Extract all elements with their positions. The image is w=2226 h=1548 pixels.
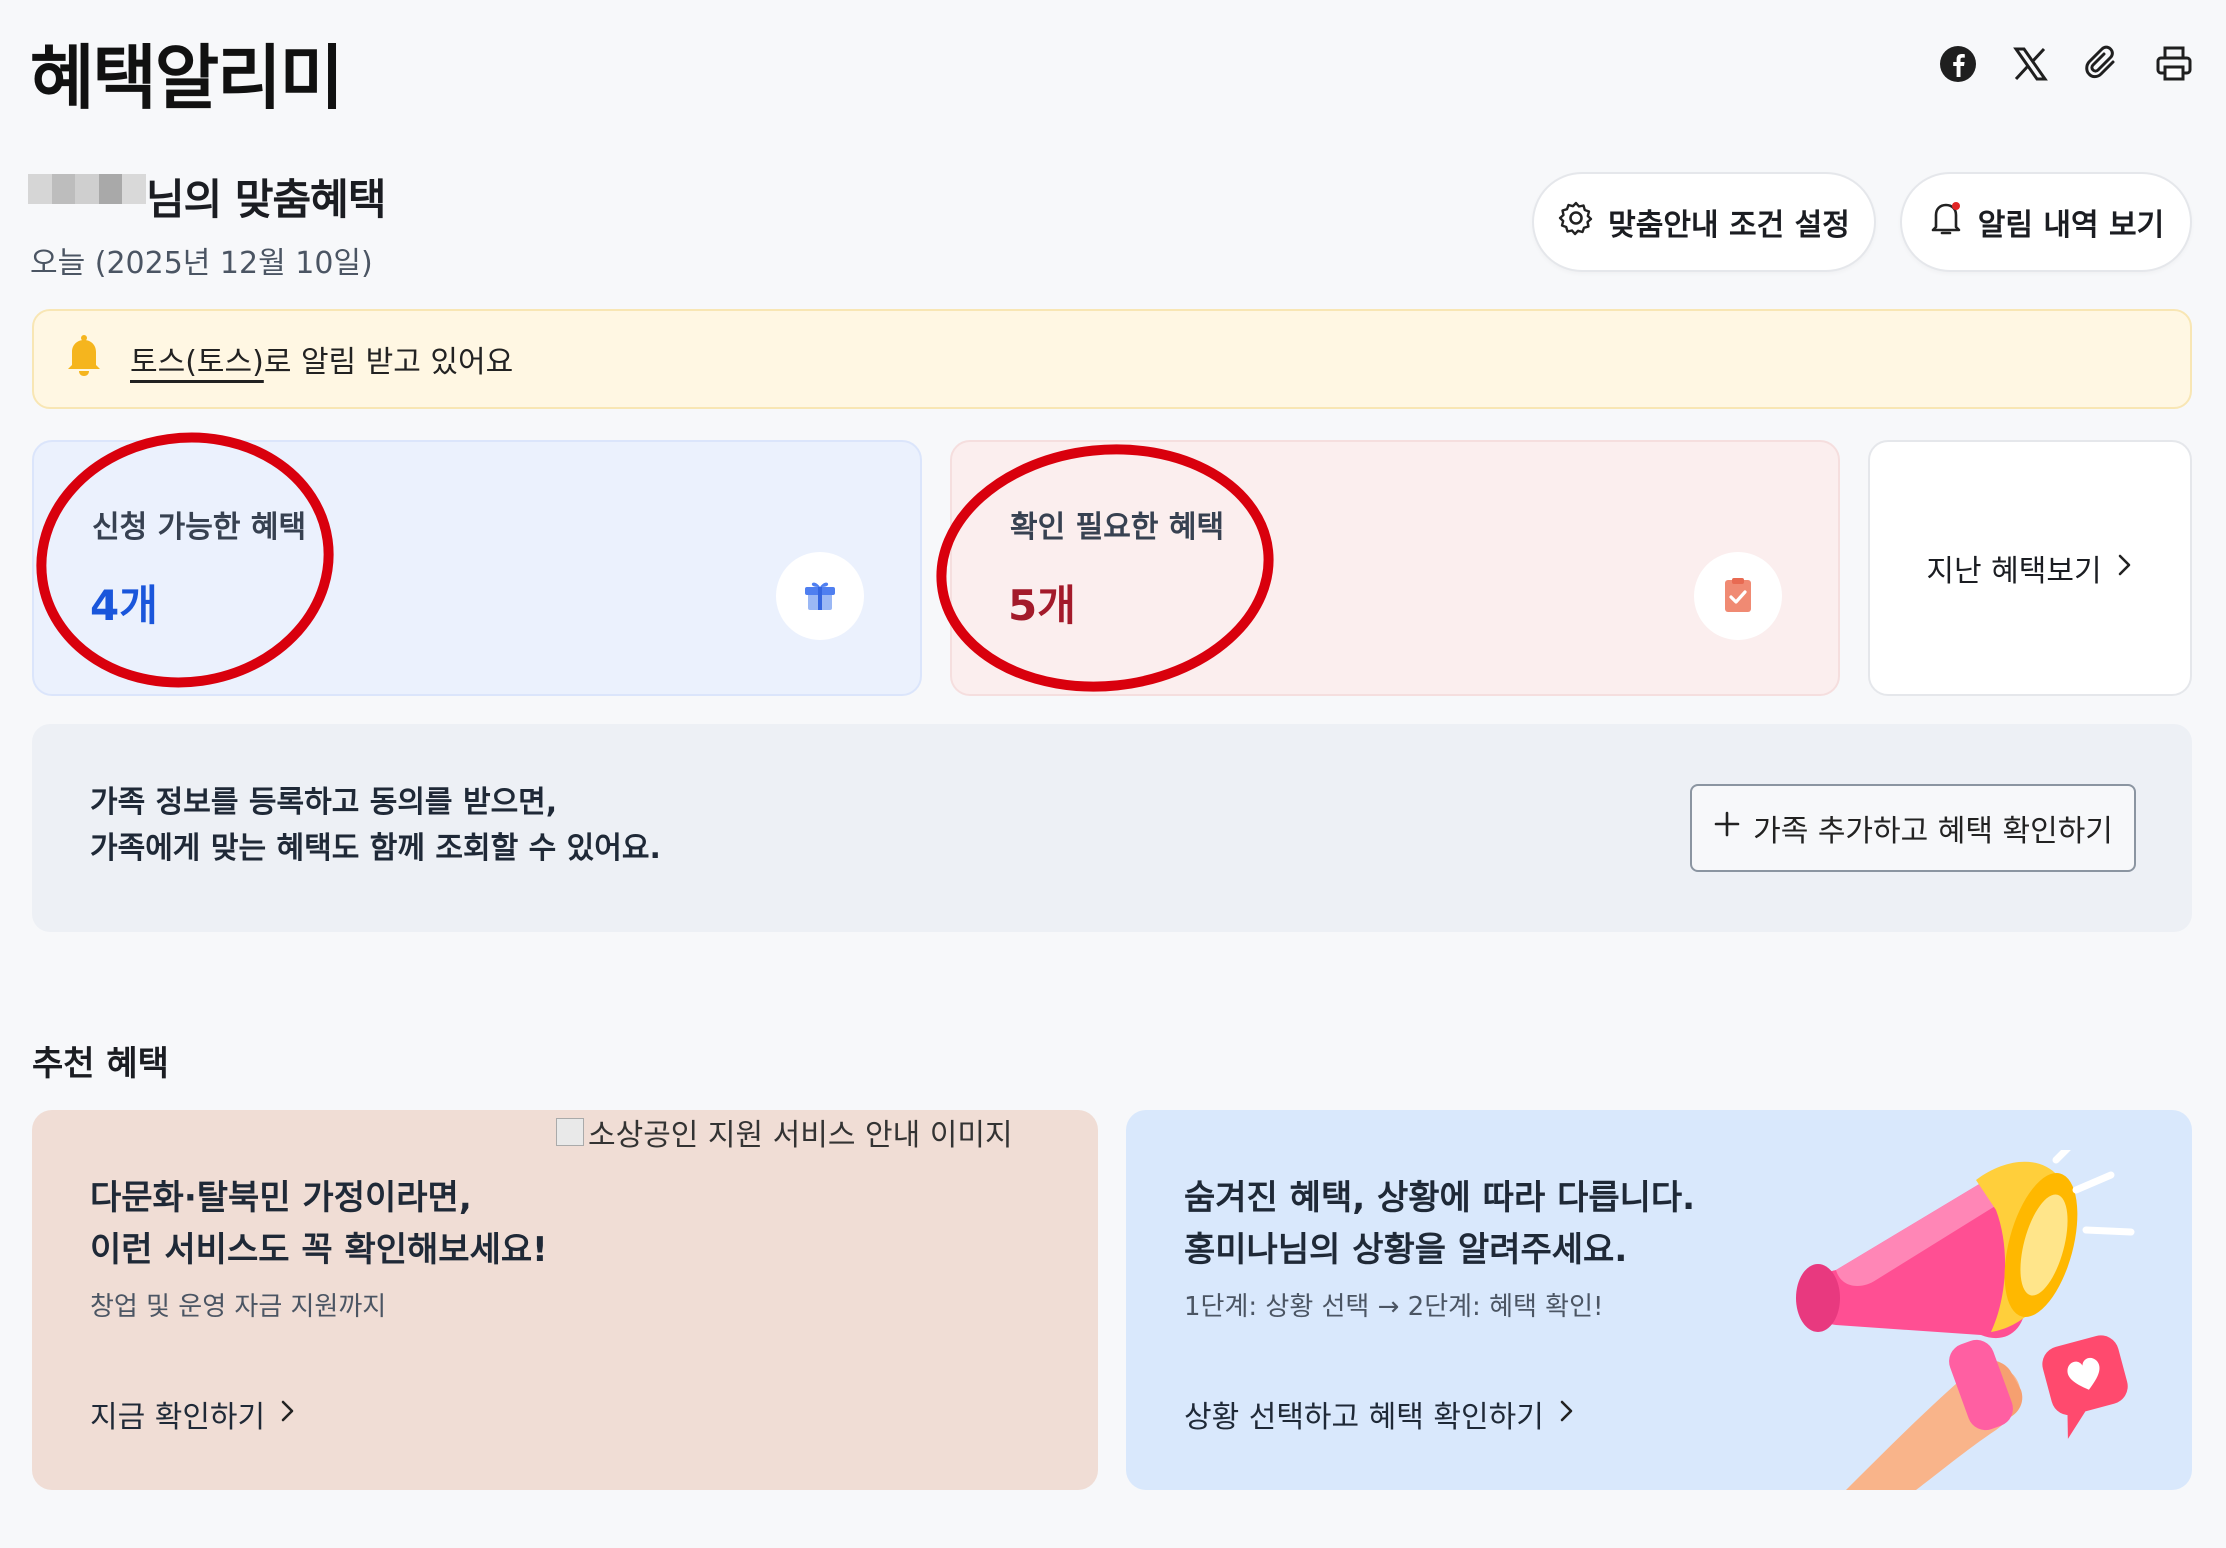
broken-image-placeholder: 소상공인 지원 서비스 안내 이미지 bbox=[556, 1110, 1013, 1154]
check-now-label: 지금 확인하기 bbox=[90, 1400, 266, 1435]
notice-text: 로 알림 받고 있어요 bbox=[263, 345, 514, 380]
alert-history-label: 알림 내역 보기 bbox=[1977, 208, 2165, 243]
chevron-right-icon bbox=[1558, 1397, 1576, 1432]
recommend-card-2-title-line-1: 숨겨진 혜택, 상황에 따라 다릅니다. bbox=[1184, 1178, 1696, 1218]
recommend-card-2-title: 숨겨진 혜택, 상황에 따라 다릅니다. 홍미나님의 상황을 알려주세요. bbox=[1184, 1172, 1695, 1276]
check-needed-benefits-card[interactable]: 확인 필요한 혜택 5개 bbox=[950, 440, 1840, 696]
recommend-card-situation[interactable]: 숨겨진 혜택, 상황에 따라 다릅니다. 홍미나님의 상황을 알려주세요. 1단… bbox=[1126, 1110, 2192, 1490]
image-alt-text: 소상공인 지원 서비스 안내 이미지 bbox=[588, 1118, 1013, 1153]
add-family-label: 가족 추가하고 혜택 확인하기 bbox=[1753, 814, 2113, 849]
select-situation-link[interactable]: 상황 선택하고 혜택 확인하기 bbox=[1184, 1392, 1576, 1436]
bell-icon bbox=[1928, 199, 1964, 245]
past-benefits-label: 지난 혜택보기 bbox=[1926, 554, 2102, 589]
recommend-card-1-title-line-2: 이런 서비스도 꼭 확인해보세요! bbox=[90, 1230, 548, 1270]
available-benefits-count: 4개 bbox=[90, 581, 158, 630]
check-needed-count: 5개 bbox=[1008, 581, 1076, 630]
user-benefits-heading: 님의 맞춤혜택 bbox=[146, 175, 386, 224]
recommend-card-2-subtitle: 1단계: 상황 선택 → 2단계: 혜택 확인! bbox=[1184, 1292, 1604, 1322]
recommend-card-1-title-line-1: 다문화·탈북민 가정이라면, bbox=[90, 1178, 472, 1218]
notification-channel-link[interactable]: 토스(토스) bbox=[130, 345, 264, 380]
available-benefits-label: 신청 가능한 혜택 bbox=[92, 510, 307, 545]
chevron-right-icon bbox=[2116, 551, 2134, 586]
check-needed-label: 확인 필요한 혜택 bbox=[1010, 510, 1225, 545]
plus-icon bbox=[1713, 810, 1741, 846]
username-blurred bbox=[28, 174, 146, 204]
family-register-banner: 가족 정보를 등록하고 동의를 받으면, 가족에게 맞는 혜택도 함께 조회할 … bbox=[32, 724, 2192, 932]
recommend-card-2-title-line-2: 홍미나님의 상황을 알려주세요. bbox=[1184, 1230, 1628, 1270]
checklist-icon bbox=[1694, 552, 1782, 640]
broken-image-icon bbox=[556, 1118, 584, 1146]
family-line-1: 가족 정보를 등록하고 동의를 받으면, bbox=[90, 785, 558, 820]
recommend-card-1-subtitle: 창업 및 운영 자금 지원까지 bbox=[90, 1292, 387, 1322]
select-situation-label: 상황 선택하고 혜택 확인하기 bbox=[1184, 1400, 1544, 1435]
share-toolbar bbox=[1936, 42, 2196, 86]
family-description: 가족 정보를 등록하고 동의를 받으면, 가족에게 맞는 혜택도 함께 조회할 … bbox=[90, 780, 661, 872]
notification-notice: 토스(토스)로 알림 받고 있어요 bbox=[32, 309, 2192, 409]
facebook-icon[interactable] bbox=[1936, 42, 1980, 86]
x-icon[interactable] bbox=[2008, 42, 2052, 86]
past-benefits-link[interactable]: 지난 혜택보기 bbox=[1868, 440, 2192, 696]
chevron-right-icon bbox=[279, 1397, 297, 1432]
custom-settings-label: 맞춤안내 조건 설정 bbox=[1608, 208, 1850, 243]
paperclip-icon[interactable] bbox=[2080, 42, 2124, 86]
alert-history-button[interactable]: 알림 내역 보기 bbox=[1900, 172, 2192, 272]
check-now-link[interactable]: 지금 확인하기 bbox=[90, 1392, 297, 1436]
gift-icon bbox=[776, 552, 864, 640]
custom-settings-button[interactable]: 맞춤안내 조건 설정 bbox=[1532, 172, 1876, 272]
recommend-card-1-title: 다문화·탈북민 가정이라면, 이런 서비스도 꼭 확인해보세요! bbox=[90, 1172, 548, 1276]
today-date: 오늘 (2025년 12월 10일) bbox=[30, 246, 373, 281]
available-benefits-card[interactable]: 신청 가능한 혜택 4개 bbox=[32, 440, 922, 696]
recommend-card-multicultural[interactable]: 소상공인 지원 서비스 안내 이미지 다문화·탈북민 가정이라면, 이런 서비스… bbox=[32, 1110, 1098, 1490]
family-line-2: 가족에게 맞는 혜택도 함께 조회할 수 있어요. bbox=[90, 831, 661, 866]
printer-icon[interactable] bbox=[2152, 42, 2196, 86]
bell-filled-icon bbox=[64, 333, 104, 385]
add-family-button[interactable]: 가족 추가하고 혜택 확인하기 bbox=[1690, 784, 2136, 872]
recommended-section-title: 추천 혜택 bbox=[32, 1044, 169, 1084]
page-title: 혜택알리미 bbox=[30, 37, 344, 119]
megaphone-illustration bbox=[1796, 1150, 2135, 1490]
gear-icon bbox=[1558, 200, 1594, 244]
